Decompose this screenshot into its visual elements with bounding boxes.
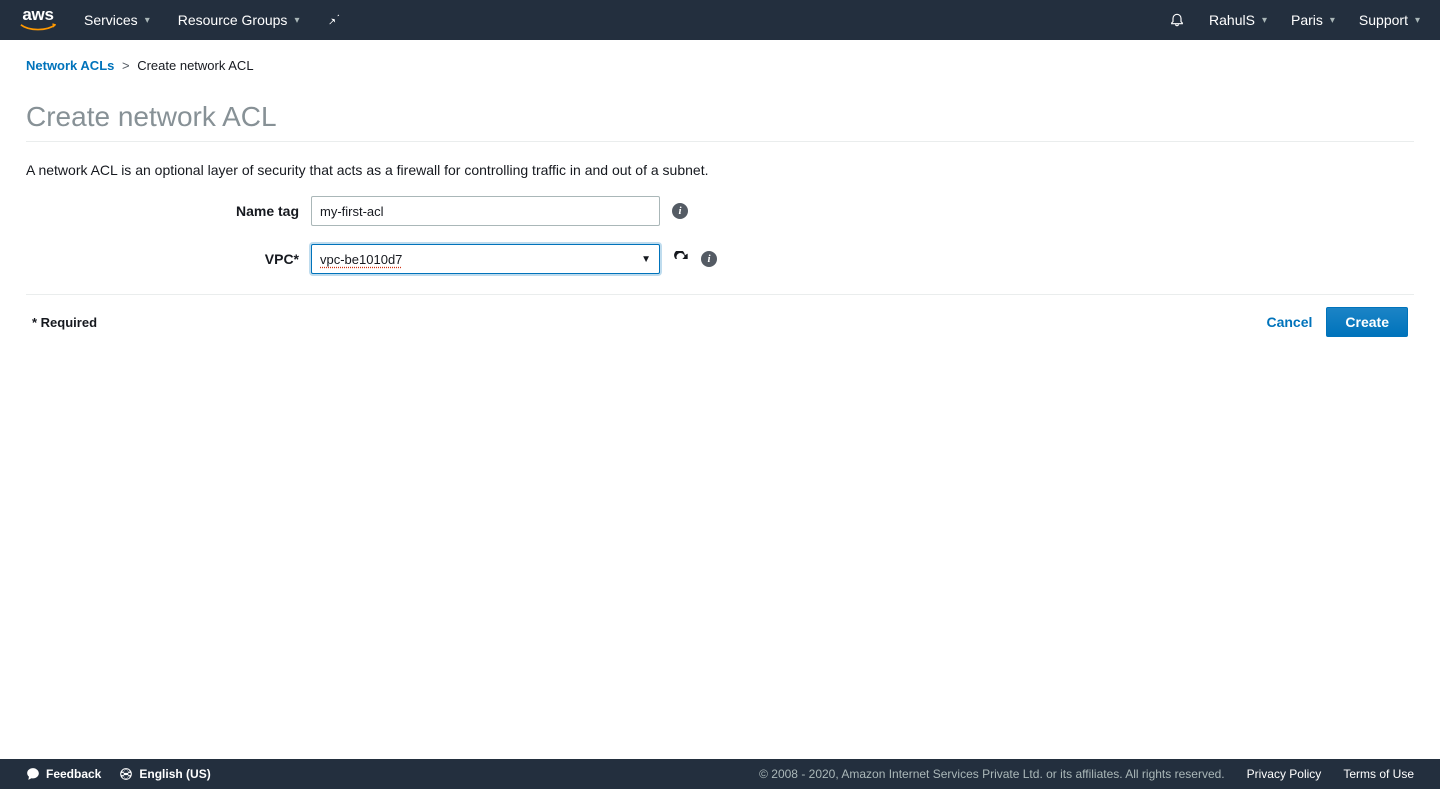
vpc-dropdown-value: vpc-be1010d7 bbox=[320, 252, 402, 267]
actions-bar: * Required Cancel Create bbox=[26, 294, 1414, 337]
language-selector[interactable]: English (US) bbox=[119, 767, 210, 781]
privacy-policy-link[interactable]: Privacy Policy bbox=[1247, 767, 1322, 781]
terms-of-use-link[interactable]: Terms of Use bbox=[1343, 767, 1414, 781]
nav-resource-groups-label: Resource Groups bbox=[178, 12, 288, 28]
nav-user-menu[interactable]: RahulS ▾ bbox=[1209, 12, 1267, 28]
chevron-down-icon: ▾ bbox=[1330, 15, 1335, 26]
vpc-dropdown[interactable]: vpc-be1010d7 ▼ bbox=[311, 244, 660, 274]
page-description: A network ACL is an optional layer of se… bbox=[26, 162, 1414, 178]
footer: Feedback English (US) © 2008 - 2020, Ama… bbox=[0, 759, 1440, 789]
chevron-down-icon: ▼ bbox=[641, 254, 651, 265]
page-title: Create network ACL bbox=[26, 101, 1414, 142]
form-row-name-tag: Name tag i bbox=[26, 196, 1414, 226]
chevron-down-icon: ▾ bbox=[1262, 15, 1267, 26]
pin-icon[interactable] bbox=[327, 11, 341, 29]
breadcrumb-parent-link[interactable]: Network ACLs bbox=[26, 58, 114, 73]
form-row-vpc: VPC* vpc-be1010d7 ▼ i bbox=[26, 244, 1414, 274]
nav-region-menu[interactable]: Paris ▾ bbox=[1291, 12, 1335, 28]
nav-resource-groups[interactable]: Resource Groups ▾ bbox=[178, 12, 300, 28]
cancel-button[interactable]: Cancel bbox=[1266, 314, 1312, 330]
info-icon[interactable]: i bbox=[672, 203, 688, 219]
info-icon[interactable]: i bbox=[701, 251, 717, 267]
breadcrumb-separator: > bbox=[118, 58, 134, 73]
language-label: English (US) bbox=[139, 767, 210, 781]
chevron-down-icon: ▾ bbox=[1415, 15, 1420, 26]
notifications-icon[interactable] bbox=[1169, 11, 1185, 30]
chevron-down-icon: ▾ bbox=[145, 15, 150, 26]
nav-region-label: Paris bbox=[1291, 12, 1323, 28]
footer-copyright: © 2008 - 2020, Amazon Internet Services … bbox=[759, 767, 1225, 781]
feedback-link[interactable]: Feedback bbox=[26, 767, 101, 781]
globe-icon bbox=[119, 767, 133, 781]
aws-smile-icon bbox=[20, 23, 56, 32]
breadcrumb-current: Create network ACL bbox=[137, 58, 253, 73]
chevron-down-icon: ▾ bbox=[294, 15, 299, 26]
vpc-label: VPC* bbox=[26, 251, 311, 267]
refresh-icon[interactable] bbox=[672, 251, 689, 268]
chat-icon bbox=[26, 767, 40, 781]
nav-user-label: RahulS bbox=[1209, 12, 1255, 28]
create-button[interactable]: Create bbox=[1326, 307, 1408, 337]
required-note: * Required bbox=[32, 315, 97, 330]
breadcrumb: Network ACLs > Create network ACL bbox=[26, 58, 1414, 73]
feedback-label: Feedback bbox=[46, 767, 101, 781]
main-content: Network ACLs > Create network ACL Create… bbox=[0, 40, 1440, 337]
nav-services-label: Services bbox=[84, 12, 138, 28]
aws-logo[interactable]: aws bbox=[20, 6, 56, 34]
name-tag-input[interactable] bbox=[311, 196, 660, 226]
nav-services[interactable]: Services ▾ bbox=[84, 12, 150, 28]
top-nav: aws Services ▾ Resource Groups ▾ RahulS … bbox=[0, 0, 1440, 40]
name-tag-label: Name tag bbox=[26, 203, 311, 219]
nav-support-menu[interactable]: Support ▾ bbox=[1359, 12, 1420, 28]
nav-support-label: Support bbox=[1359, 12, 1408, 28]
